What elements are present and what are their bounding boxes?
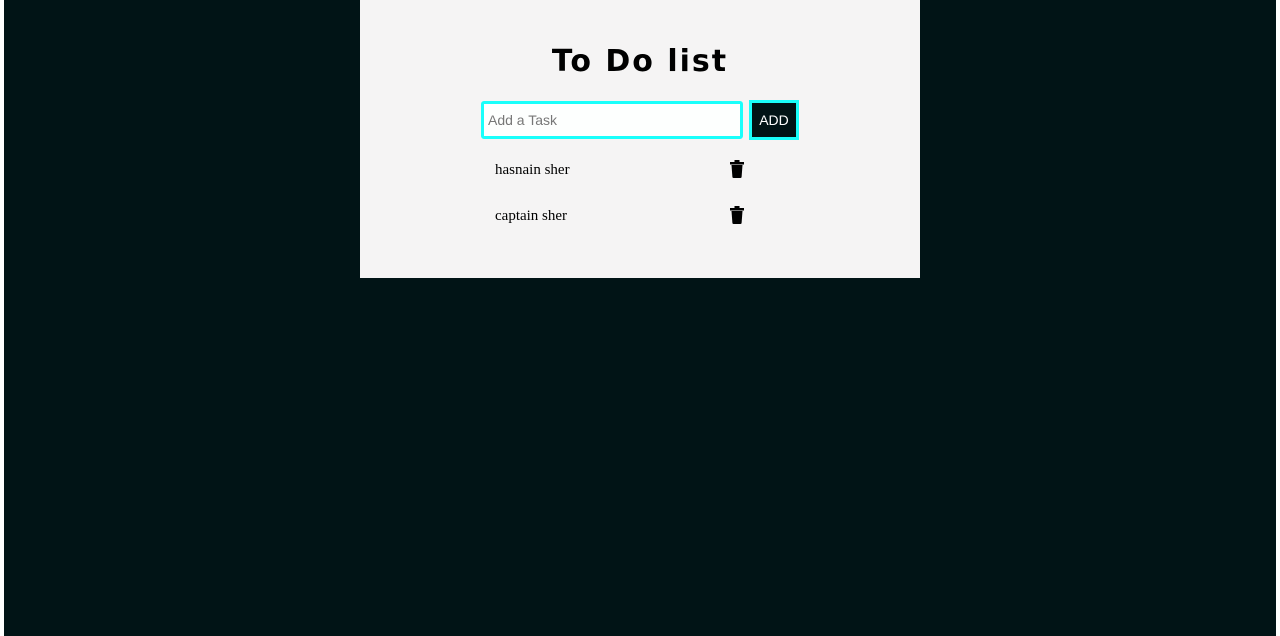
task-text: hasnain sher: [495, 162, 570, 178]
task-list-item: captain sher: [495, 204, 755, 228]
trash-icon[interactable]: [729, 206, 745, 224]
task-list-item: hasnain sher: [495, 158, 755, 182]
page-background: To Do list ADD hasnain sher captain sher: [4, 0, 1276, 636]
trash-icon[interactable]: [729, 160, 745, 178]
page-title: To Do list: [551, 44, 729, 79]
trash-icon-glyph: [730, 160, 744, 178]
add-button[interactable]: ADD: [749, 100, 799, 140]
task-text: captain sher: [495, 208, 568, 224]
trash-icon-glyph: [730, 206, 744, 224]
todo-card: To Do list ADD hasnain sher captain sher: [360, 0, 920, 278]
add-task-input[interactable]: [481, 101, 743, 139]
